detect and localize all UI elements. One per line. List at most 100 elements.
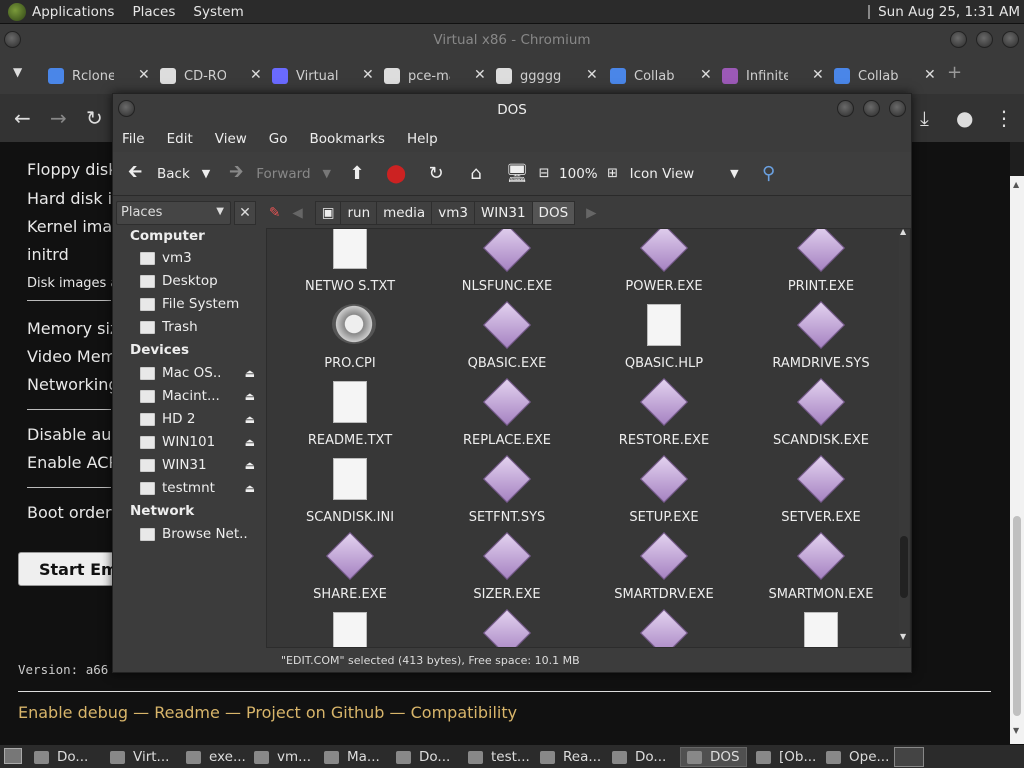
github-link[interactable]: Project on Github bbox=[246, 703, 384, 722]
browser-tab[interactable]: Collab ✕ bbox=[834, 62, 936, 90]
file-item[interactable]: QBASIC.EXE bbox=[432, 300, 582, 380]
tab-close-icon[interactable]: ✕ bbox=[362, 67, 374, 83]
enable-debug-link[interactable]: Enable debug bbox=[18, 703, 128, 722]
tab-close-icon[interactable]: ✕ bbox=[586, 67, 598, 83]
places-select[interactable]: Places ▼ bbox=[116, 201, 231, 225]
stop-icon[interactable]: ⬤ bbox=[385, 163, 407, 184]
breadcrumb-win31[interactable]: WIN31 bbox=[473, 201, 533, 225]
sidebar-item-device[interactable]: Mac OS... ⏏ bbox=[140, 363, 255, 383]
taskbar-item[interactable]: [Ob... bbox=[756, 747, 816, 767]
file-item[interactable]: SIZER.EXE bbox=[432, 531, 582, 611]
menu-go[interactable]: Go bbox=[269, 131, 288, 147]
browser-tab[interactable]: gggggc ✕ bbox=[496, 62, 598, 90]
file-item[interactable]: SETVER.EXE bbox=[746, 454, 896, 534]
file-item[interactable]: PRINT.EXE bbox=[746, 229, 896, 303]
tab-search-chevron-icon[interactable]: ▼ bbox=[13, 65, 22, 79]
profile-icon[interactable]: ● bbox=[956, 106, 973, 130]
file-item[interactable]: SCANDISK.EXE bbox=[746, 377, 896, 457]
taskbar-item[interactable]: test... bbox=[468, 747, 530, 767]
clock[interactable]: Sun Aug 25, 1:31 AM bbox=[878, 4, 1020, 20]
workspace-switcher[interactable] bbox=[894, 747, 924, 767]
compatibility-link[interactable]: Compatibility bbox=[411, 703, 517, 722]
file-item[interactable]: SMARTDRV.EXE bbox=[589, 531, 739, 611]
scroll-up-icon[interactable]: ▲ bbox=[900, 227, 906, 236]
file-item[interactable]: NLSFUNC.EXE bbox=[432, 229, 582, 303]
sidebar-item-device[interactable]: testmnt ⏏ bbox=[140, 478, 255, 498]
browser-tab[interactable]: Collab ✕ bbox=[610, 62, 712, 90]
zoom-out-icon[interactable]: ⊟ bbox=[535, 166, 553, 181]
eject-icon[interactable]: ⏏ bbox=[245, 413, 255, 426]
fm-maximize-icon[interactable] bbox=[863, 100, 880, 117]
sidebar-item-device[interactable]: HD 2 ⏏ bbox=[140, 409, 255, 429]
breadcrumb-right-icon[interactable]: ▶ bbox=[586, 205, 596, 221]
scroll-down-icon[interactable]: ▼ bbox=[900, 632, 906, 641]
eject-icon[interactable]: ⏏ bbox=[245, 367, 255, 380]
file-item[interactable] bbox=[746, 612, 896, 647]
browser-menu-icon[interactable]: ⋮ bbox=[994, 106, 1014, 130]
file-item[interactable]: SHARE.EXE bbox=[275, 531, 425, 611]
file-item[interactable]: PRO.CPI bbox=[275, 304, 425, 380]
file-view-scrollbar-thumb[interactable] bbox=[900, 536, 908, 598]
sidebar-item-trash[interactable]: Trash bbox=[140, 317, 255, 337]
taskbar-item[interactable]: Do... bbox=[34, 747, 88, 767]
forward-button[interactable]: Forward bbox=[256, 166, 310, 182]
menu-edit[interactable]: Edit bbox=[167, 131, 193, 147]
breadcrumb-left-icon[interactable]: ◀ bbox=[292, 205, 302, 221]
wp-disable-audio-label[interactable]: Disable aud bbox=[27, 425, 122, 444]
forward-history-chevron-icon[interactable]: ▼ bbox=[323, 167, 331, 180]
taskbar-item[interactable]: Virt... bbox=[110, 747, 169, 767]
maximize-icon[interactable] bbox=[976, 31, 993, 48]
taskbar-item[interactable]: Do... bbox=[612, 747, 666, 767]
page-scrollbar[interactable]: ▲ ▼ bbox=[1010, 176, 1024, 744]
system-logo-icon[interactable] bbox=[8, 2, 26, 21]
tab-close-icon[interactable]: ✕ bbox=[812, 67, 824, 83]
sidebar-close-icon[interactable]: ✕ bbox=[234, 201, 256, 225]
breadcrumb-vm3[interactable]: vm3 bbox=[431, 201, 475, 225]
readme-link[interactable]: Readme bbox=[154, 703, 220, 722]
taskbar-item[interactable]: exe... bbox=[186, 747, 246, 767]
menu-help[interactable]: Help bbox=[407, 131, 438, 147]
file-item[interactable]: RESTORE.EXE bbox=[589, 377, 739, 457]
browser-tab[interactable]: pce-ma ✕ bbox=[384, 62, 486, 90]
file-item[interactable] bbox=[432, 608, 582, 647]
taskbar-item[interactable]: Do... bbox=[396, 747, 450, 767]
tab-close-icon[interactable]: ✕ bbox=[700, 67, 712, 83]
browser-tab[interactable]: CD-RO ✕ bbox=[160, 62, 262, 90]
reload-icon[interactable]: ↻ bbox=[425, 163, 447, 184]
applications-menu[interactable]: Applications bbox=[32, 4, 114, 20]
file-item[interactable]: RAMDRIVE.SYS bbox=[746, 300, 896, 380]
sidebar-item-device[interactable]: Macint... ⏏ bbox=[140, 386, 255, 406]
sidebar-item-filesystem[interactable]: File System bbox=[140, 294, 255, 314]
forward-arrow-icon[interactable]: 🡲 bbox=[224, 159, 248, 189]
eject-icon[interactable]: ⏏ bbox=[245, 459, 255, 472]
edit-location-icon[interactable]: ✎ bbox=[269, 205, 280, 221]
file-item[interactable]: SCANDISK.INI bbox=[275, 458, 425, 534]
search-icon[interactable]: ⚲ bbox=[757, 163, 781, 184]
places-menu[interactable]: Places bbox=[132, 4, 175, 20]
file-item[interactable] bbox=[275, 612, 425, 647]
window-menu-icon[interactable] bbox=[4, 31, 21, 48]
breadcrumb-dos[interactable]: DOS bbox=[531, 201, 576, 225]
fm-titlebar[interactable]: DOS bbox=[113, 94, 911, 126]
file-item[interactable]: SMARTMON.EXE bbox=[746, 531, 896, 611]
home-icon[interactable]: ⌂ bbox=[465, 163, 487, 184]
tab-close-icon[interactable]: ✕ bbox=[138, 67, 150, 83]
eject-icon[interactable]: ⏏ bbox=[245, 436, 255, 449]
browser-tab[interactable]: Virtual ✕ bbox=[272, 62, 374, 90]
download-icon[interactable]: ⤓ bbox=[920, 106, 929, 130]
tab-close-icon[interactable]: ✕ bbox=[474, 67, 486, 83]
new-tab-plus-icon[interactable]: + bbox=[947, 62, 962, 83]
back-button[interactable]: Back bbox=[157, 166, 190, 182]
file-item[interactable]: POWER.EXE bbox=[589, 229, 739, 303]
zoom-in-icon[interactable]: ⊞ bbox=[604, 166, 622, 181]
view-mode-chevron-icon[interactable]: ▼ bbox=[730, 167, 738, 180]
file-item[interactable] bbox=[589, 608, 739, 647]
back-history-chevron-icon[interactable]: ▼ bbox=[202, 167, 210, 180]
menu-bookmarks[interactable]: Bookmarks bbox=[310, 131, 385, 147]
system-menu[interactable]: System bbox=[193, 4, 243, 20]
file-item[interactable]: README.TXT bbox=[275, 381, 425, 457]
fm-close-icon[interactable] bbox=[889, 100, 906, 117]
view-mode-select[interactable]: Icon View bbox=[630, 166, 695, 182]
file-item[interactable]: REPLACE.EXE bbox=[432, 377, 582, 457]
sidebar-item-desktop[interactable]: Desktop bbox=[140, 271, 255, 291]
